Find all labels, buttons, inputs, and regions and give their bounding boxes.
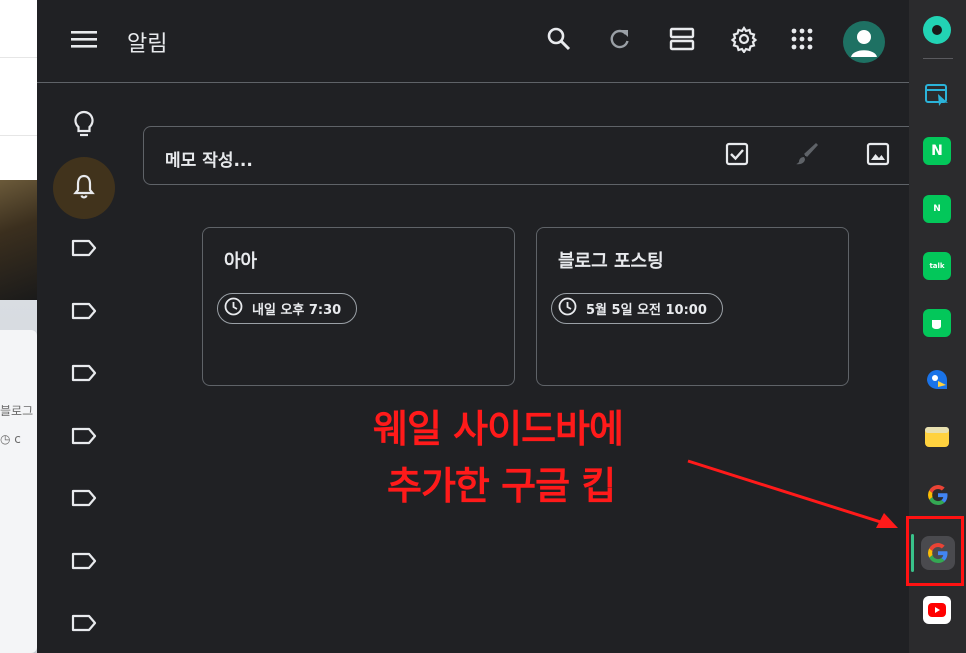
divider (0, 57, 37, 58)
clock-icon (224, 297, 243, 320)
lightbulb-icon (73, 110, 95, 142)
new-list-button[interactable] (722, 141, 752, 171)
sidebar-divider (923, 58, 953, 59)
nav-label[interactable] (53, 219, 115, 281)
list-view-button[interactable] (665, 24, 699, 58)
reminder-time: 5월 5일 오전 10:00 (586, 303, 707, 318)
brush-icon (794, 141, 820, 171)
nav-label[interactable] (53, 532, 115, 594)
annotation-arrow (687, 459, 898, 528)
whale-logo-icon[interactable] (923, 16, 951, 44)
divider (0, 135, 37, 136)
reminder-chip[interactable]: 내일 오후 7:30 (217, 293, 358, 324)
note-title: 블로그 포스팅 (558, 251, 664, 272)
apps-grid-icon (791, 28, 813, 54)
main-menu-button[interactable] (71, 29, 97, 53)
person-icon (851, 30, 877, 57)
keep-top-bar: 알림 (37, 0, 909, 83)
label-icon (71, 614, 97, 636)
new-image-button[interactable] (863, 141, 893, 171)
background-photo (0, 180, 37, 300)
label-icon (71, 427, 97, 449)
reminder-chip[interactable]: 5월 5일 오전 10:00 (551, 293, 723, 324)
label-icon (71, 302, 97, 324)
google-icon[interactable] (921, 478, 955, 512)
talk-icon[interactable]: talk (923, 252, 951, 280)
take-note-composer[interactable]: 메모 작성... (143, 126, 909, 185)
annotation-line-2: 추가한 구글 킵 (387, 464, 616, 508)
refresh-button[interactable] (603, 24, 637, 58)
nav-label[interactable] (53, 469, 115, 531)
label-icon (71, 364, 97, 386)
hamburger-icon (71, 29, 97, 53)
highlight-box (906, 516, 964, 586)
gear-icon (730, 25, 758, 57)
papago-icon[interactable] (923, 366, 951, 394)
google-keep-panel: 알림 메모 작성... 아아 내일 오후 7:30 블로그 포스팅 5월 5일 … (37, 0, 909, 653)
note-card[interactable]: 블로그 포스팅 5월 5일 오전 10:00 (536, 227, 849, 386)
background-text-fragment: ◷ c (0, 432, 21, 446)
naver-icon[interactable]: N (923, 137, 951, 165)
label-icon (71, 552, 97, 574)
screen-capture-icon[interactable] (923, 80, 951, 108)
background-text-fragment: 블로그 (0, 404, 34, 418)
background-card (0, 330, 37, 653)
note-title: 아아 (224, 251, 258, 272)
search-icon (546, 26, 572, 56)
memo-icon[interactable] (923, 423, 951, 451)
label-icon (71, 239, 97, 261)
screen: 블로그 ◷ c 알림 메모 작성... 아아 내일 오후 7:30 블로그 포스… (0, 0, 966, 653)
refresh-icon (608, 27, 632, 55)
account-avatar[interactable] (843, 21, 885, 63)
clock-icon (558, 297, 577, 320)
composer-placeholder[interactable]: 메모 작성... (165, 146, 253, 171)
bell-icon (73, 173, 95, 203)
google-apps-button[interactable] (785, 24, 819, 58)
annotation-line-1: 웨일 사이드바에 (373, 407, 624, 451)
youtube-icon[interactable] (923, 596, 951, 624)
search-button[interactable] (542, 24, 576, 58)
naver-mail-icon[interactable]: N (923, 195, 951, 223)
nav-label[interactable] (53, 282, 115, 344)
nav-notes[interactable] (53, 95, 115, 157)
label-icon (71, 489, 97, 511)
reminder-time: 내일 오후 7:30 (252, 303, 342, 318)
nav-label[interactable] (53, 407, 115, 469)
cafe-icon[interactable] (923, 309, 951, 337)
new-drawing-button[interactable] (792, 141, 822, 171)
page-title: 알림 (127, 32, 168, 57)
settings-button[interactable] (727, 24, 761, 58)
background-web-page: 블로그 ◷ c (0, 0, 37, 653)
note-card[interactable]: 아아 내일 오후 7:30 (202, 227, 515, 386)
nav-reminders[interactable] (53, 157, 115, 219)
nav-label[interactable] (53, 344, 115, 406)
image-icon (866, 142, 890, 170)
list-view-icon (669, 26, 695, 56)
checkbox-icon (725, 142, 749, 170)
nav-label[interactable] (53, 594, 115, 653)
